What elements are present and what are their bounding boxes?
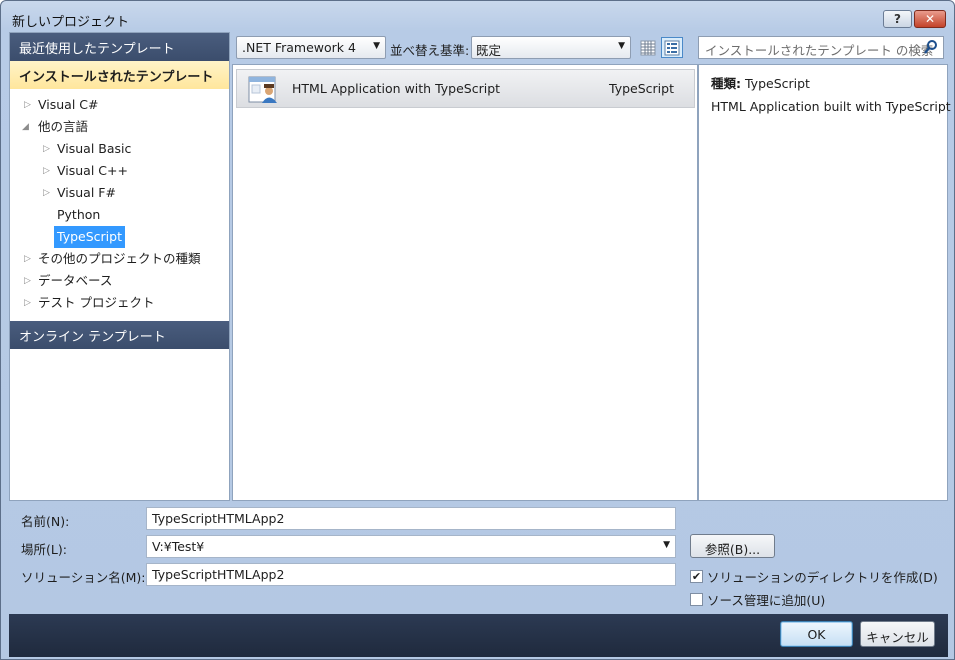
expand-arrow-icon[interactable]: ▷ (24, 94, 31, 116)
browse-button[interactable]: 参照(B)... (690, 534, 775, 558)
small-icons-view-button[interactable] (637, 37, 659, 58)
chevron-down-icon: ▼ (373, 41, 380, 51)
template-list-pane: HTML Application with TypeScript TypeScr… (232, 64, 698, 501)
create-directory-option[interactable]: ✔ ソリューションのディレクトリを作成(D) (690, 567, 938, 586)
sort-value: 既定 (476, 43, 502, 58)
tree-item-label: テスト プロジェクト (38, 295, 155, 310)
source-control-checkbox[interactable] (690, 593, 703, 606)
name-label: 名前(N): (21, 514, 70, 529)
tree-item-database[interactable]: ▷ データベース (10, 270, 229, 292)
template-details-pane: 種類: TypeScript HTML Application built wi… (698, 64, 951, 501)
expand-arrow-icon[interactable]: ▷ (24, 248, 31, 270)
project-name-input[interactable]: TypeScriptHTMLApp2 (146, 507, 676, 530)
framework-select[interactable]: .NET Framework 4 ▼ (236, 36, 386, 59)
expand-arrow-icon[interactable]: ▷ (24, 292, 31, 314)
expand-arrow-icon[interactable]: ▷ (24, 270, 31, 292)
expand-arrow-icon[interactable]: ▷ (43, 182, 50, 204)
template-language: TypeScript (609, 81, 674, 96)
ok-button[interactable]: OK (780, 621, 853, 647)
help-icon: ? (894, 12, 901, 26)
collapse-arrow-icon[interactable]: ◢ (22, 116, 29, 138)
tree-item-test-project[interactable]: ▷ テスト プロジェクト (10, 292, 229, 314)
tree-item-label: TypeScript (54, 226, 125, 248)
location-value: V:¥Test¥ (152, 539, 205, 554)
expand-arrow-icon[interactable]: ▷ (43, 138, 50, 160)
tree-item-label: Visual F# (57, 185, 116, 200)
tree-item-label: Visual C++ (57, 163, 128, 178)
template-search-input[interactable]: インストールされたテンプレート の検索 (698, 36, 944, 59)
type-key: 種類: (711, 76, 741, 91)
installed-templates-header[interactable]: インストールされたテンプレート (10, 61, 229, 89)
title-bar: 新しいプロジェクト ? ✕ (1, 1, 954, 33)
tree-item-other-languages[interactable]: ◢ 他の言語 (10, 116, 229, 138)
close-button[interactable]: ✕ (914, 10, 946, 28)
type-value: TypeScript (744, 76, 810, 91)
location-label: 場所(L): (21, 542, 67, 557)
tree-item-label: Visual Basic (57, 141, 132, 156)
chevron-down-icon: ▼ (618, 41, 625, 51)
tree-item-python[interactable]: Python (10, 204, 229, 226)
tree-item-typescript[interactable]: TypeScript (10, 226, 229, 248)
create-directory-label: ソリューションのディレクトリを作成(D) (707, 570, 938, 585)
tree-item-label: データベース (38, 273, 113, 288)
template-type-line: 種類: TypeScript (711, 73, 810, 92)
medium-icons-view-button[interactable] (661, 37, 683, 58)
close-icon: ✕ (924, 12, 936, 26)
grid-view-icon (640, 40, 656, 55)
framework-value: .NET Framework 4 (242, 40, 356, 55)
expand-arrow-icon[interactable]: ▷ (43, 160, 50, 182)
tree-item-label: Visual C# (38, 97, 99, 112)
tree-item-other-project-types[interactable]: ▷ その他のプロジェクトの種類 (10, 248, 229, 270)
recent-templates-header[interactable]: 最近使用したテンプレート (10, 33, 229, 61)
online-templates-header[interactable]: オンライン テンプレート (10, 321, 229, 349)
tree-item-visual-cpp[interactable]: ▷ Visual C++ (10, 160, 229, 182)
chevron-down-icon[interactable]: ▼ (663, 540, 670, 550)
html-app-icon (248, 76, 277, 103)
tree-item-visual-fsharp[interactable]: ▷ Visual F# (10, 182, 229, 204)
tree-item-label: 他の言語 (38, 119, 89, 134)
list-view-icon (664, 40, 680, 55)
template-description: HTML Application built with TypeScript (711, 99, 951, 114)
template-name: HTML Application with TypeScript (292, 81, 501, 96)
solution-name-input[interactable]: TypeScriptHTMLApp2 (146, 563, 676, 586)
source-control-label: ソース管理に追加(U) (707, 593, 826, 608)
create-directory-checkbox[interactable]: ✔ (690, 570, 703, 583)
help-button[interactable]: ? (883, 10, 912, 28)
solution-name-label: ソリューション名(M): (21, 570, 146, 585)
solution-name-value: TypeScriptHTMLApp2 (152, 567, 285, 582)
tree-item-label: Python (57, 207, 101, 222)
window-title: 新しいプロジェクト (12, 15, 130, 30)
project-name-value: TypeScriptHTMLApp2 (152, 511, 285, 526)
search-icon[interactable] (923, 39, 939, 55)
cancel-button[interactable]: キャンセル (860, 621, 935, 647)
sort-select[interactable]: 既定 ▼ (471, 36, 631, 59)
template-item-html-app-typescript[interactable]: HTML Application with TypeScript TypeScr… (236, 69, 695, 108)
location-combobox[interactable]: V:¥Test¥ ▼ (146, 535, 676, 558)
search-placeholder: インストールされたテンプレート の検索 (705, 43, 934, 58)
category-tree: ▷ Visual C# ◢ 他の言語 ▷ Visual Basic ▷ Visu… (10, 94, 229, 314)
template-categories-pane: 最近使用したテンプレート インストールされたテンプレート ▷ Visual C#… (9, 32, 230, 501)
source-control-option[interactable]: ソース管理に追加(U) (690, 590, 825, 609)
new-project-dialog: 新しいプロジェクト ? ✕ 最近使用したテンプレート インストールされたテンプレ… (0, 0, 955, 660)
tree-item-visual-basic[interactable]: ▷ Visual Basic (10, 138, 229, 160)
sort-label: 並べ替え基準: (390, 43, 470, 58)
tree-item-label: その他のプロジェクトの種類 (38, 251, 201, 266)
tree-item-visual-csharp[interactable]: ▷ Visual C# (10, 94, 229, 116)
